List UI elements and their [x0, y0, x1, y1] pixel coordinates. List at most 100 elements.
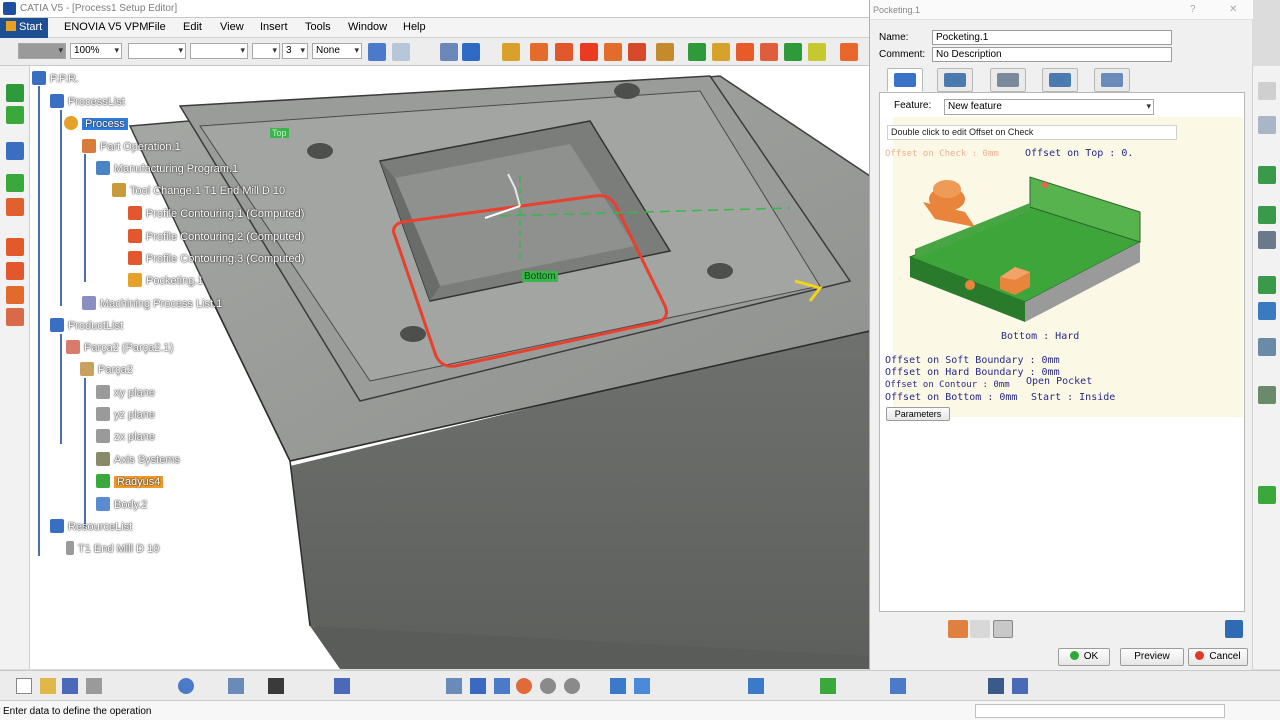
offset-soft-boundary[interactable]: Offset on Soft Boundary : 0mm: [885, 355, 1060, 366]
save-icon[interactable]: [62, 678, 78, 694]
tree-part-operation[interactable]: Part Operation.1: [82, 138, 185, 156]
box-icon[interactable]: [760, 43, 778, 61]
bottom-hard[interactable]: Bottom : Hard: [1001, 331, 1079, 342]
brush-icon[interactable]: [392, 43, 410, 61]
command-input[interactable]: [975, 704, 1225, 718]
thickness-combo[interactable]: 3: [282, 43, 308, 59]
select-icon[interactable]: [1258, 82, 1276, 100]
offset-on-top[interactable]: Offset on Top : 0.: [1025, 148, 1133, 159]
menu-edit[interactable]: Edit: [183, 21, 202, 33]
tree-part[interactable]: Parça2: [80, 361, 137, 379]
photo-icon[interactable]: [993, 620, 1013, 638]
parameters-button[interactable]: Parameters: [886, 407, 950, 421]
catalog-icon[interactable]: [1258, 206, 1276, 224]
render-icon[interactable]: [748, 678, 764, 694]
geometry-icon[interactable]: [6, 238, 24, 256]
cut-icon[interactable]: [6, 308, 24, 326]
tab-feeds[interactable]: [1042, 68, 1078, 92]
measure-between-icon[interactable]: [988, 678, 1004, 694]
menu-view[interactable]: View: [220, 21, 244, 33]
capture-icon[interactable]: [1012, 678, 1028, 694]
menu-insert[interactable]: Insert: [260, 21, 288, 33]
linetype-combo[interactable]: [128, 43, 186, 59]
design-icon[interactable]: [6, 198, 24, 216]
hide-show-icon[interactable]: [820, 678, 836, 694]
snap-icon[interactable]: [1258, 338, 1276, 356]
pocket-icon[interactable]: [555, 43, 573, 61]
comment-input[interactable]: No Description: [932, 47, 1172, 62]
feature-combo[interactable]: New feature: [944, 99, 1154, 115]
menu-file[interactable]: File: [148, 21, 166, 33]
check-icon[interactable]: [6, 262, 24, 280]
axis-icon[interactable]: [6, 142, 24, 160]
machine-icon[interactable]: [784, 43, 802, 61]
facing-icon[interactable]: [580, 43, 598, 61]
tree-profile-contouring-3[interactable]: Profile Contouring.3 (Computed): [128, 250, 308, 268]
tree-manufacturing-program[interactable]: Manufacturing Program.1: [96, 160, 242, 178]
analysis-icon[interactable]: [1258, 166, 1276, 184]
tree-resourcelist[interactable]: ResourceList: [50, 518, 136, 536]
stock-icon[interactable]: [6, 174, 24, 192]
tab-macros[interactable]: [1094, 68, 1130, 92]
dialog-help-icon[interactable]: ?: [1190, 4, 1196, 15]
tree-machining-process-list[interactable]: Machining Process List.1: [82, 295, 226, 313]
open-pocket[interactable]: Open Pocket: [1026, 376, 1092, 387]
sweep-icon[interactable]: [688, 43, 706, 61]
zoom-out-icon[interactable]: [564, 678, 580, 694]
menu-tools[interactable]: Tools: [305, 21, 331, 33]
new-icon[interactable]: [16, 678, 32, 694]
tab-tool[interactable]: [990, 68, 1026, 92]
expand-icon[interactable]: [1225, 620, 1243, 638]
measure-icon[interactable]: [1258, 116, 1276, 134]
whats-this-icon[interactable]: [228, 678, 244, 694]
offset-icon[interactable]: [6, 286, 24, 304]
formula-icon[interactable]: [268, 678, 284, 694]
offset-on-check[interactable]: Offset on Check : 0mm: [885, 149, 999, 159]
view-icon[interactable]: [1258, 302, 1276, 320]
tree-root[interactable]: P.P.R.: [32, 70, 83, 88]
profile-icon[interactable]: [604, 43, 622, 61]
open-icon[interactable]: [40, 678, 56, 694]
simulate-icon[interactable]: [840, 43, 858, 61]
color-combo[interactable]: [18, 43, 66, 59]
tree-axis-systems[interactable]: Axis Systems: [96, 451, 184, 469]
program-icon[interactable]: [462, 43, 480, 61]
arrow-icon[interactable]: [736, 43, 754, 61]
zoom-combo[interactable]: 100%: [70, 43, 122, 59]
menu-help[interactable]: Help: [403, 21, 426, 33]
table-view-icon[interactable]: [334, 678, 350, 694]
grid-icon[interactable]: [1258, 486, 1276, 504]
fly-icon[interactable]: [446, 678, 462, 694]
rotate-icon[interactable]: [516, 678, 532, 694]
tree-process[interactable]: Process: [64, 115, 132, 133]
label-top[interactable]: Top: [270, 128, 289, 138]
tree-xy-plane[interactable]: xy plane: [96, 384, 159, 402]
menu-enovia[interactable]: ENOVIA V5 VPM: [64, 21, 148, 33]
print-icon[interactable]: [86, 678, 102, 694]
tree-tool[interactable]: T1 End Mill D 10: [66, 540, 163, 558]
tree-profile-contouring-1[interactable]: Profile Contouring.1 (Computed): [128, 205, 308, 223]
linestyle-combo[interactable]: [190, 43, 248, 59]
fit-all-icon[interactable]: [470, 678, 486, 694]
tab-geometry[interactable]: [937, 68, 973, 92]
tool-icon[interactable]: [502, 43, 520, 61]
table-icon[interactable]: [1258, 231, 1276, 249]
dialog-close-icon[interactable]: ✕: [1229, 4, 1237, 15]
normal-view-icon[interactable]: [610, 678, 626, 694]
point-icon[interactable]: [656, 43, 674, 61]
iso-view-icon[interactable]: [634, 678, 650, 694]
list-icon[interactable]: [1258, 386, 1276, 404]
tree-pocketing[interactable]: Pocketing.1: [128, 272, 207, 290]
tree-radius[interactable]: Radyus4: [96, 473, 167, 491]
zoom-in-icon[interactable]: [540, 678, 556, 694]
tab-strategy[interactable]: [887, 68, 923, 92]
offset-on-contour[interactable]: Offset on Contour : 0mm: [885, 380, 1010, 390]
drill-icon[interactable]: [628, 43, 646, 61]
tree-profile-contouring-2[interactable]: Profile Contouring.2 (Computed): [128, 228, 308, 246]
ok-button[interactable]: OK: [1058, 648, 1110, 666]
operation-icon[interactable]: [530, 43, 548, 61]
nc-setup-icon[interactable]: [440, 43, 458, 61]
tree-product[interactable]: Parça2 (Parça2.1): [66, 339, 177, 357]
contour-icon[interactable]: [712, 43, 730, 61]
replay-icon[interactable]: [948, 620, 968, 638]
